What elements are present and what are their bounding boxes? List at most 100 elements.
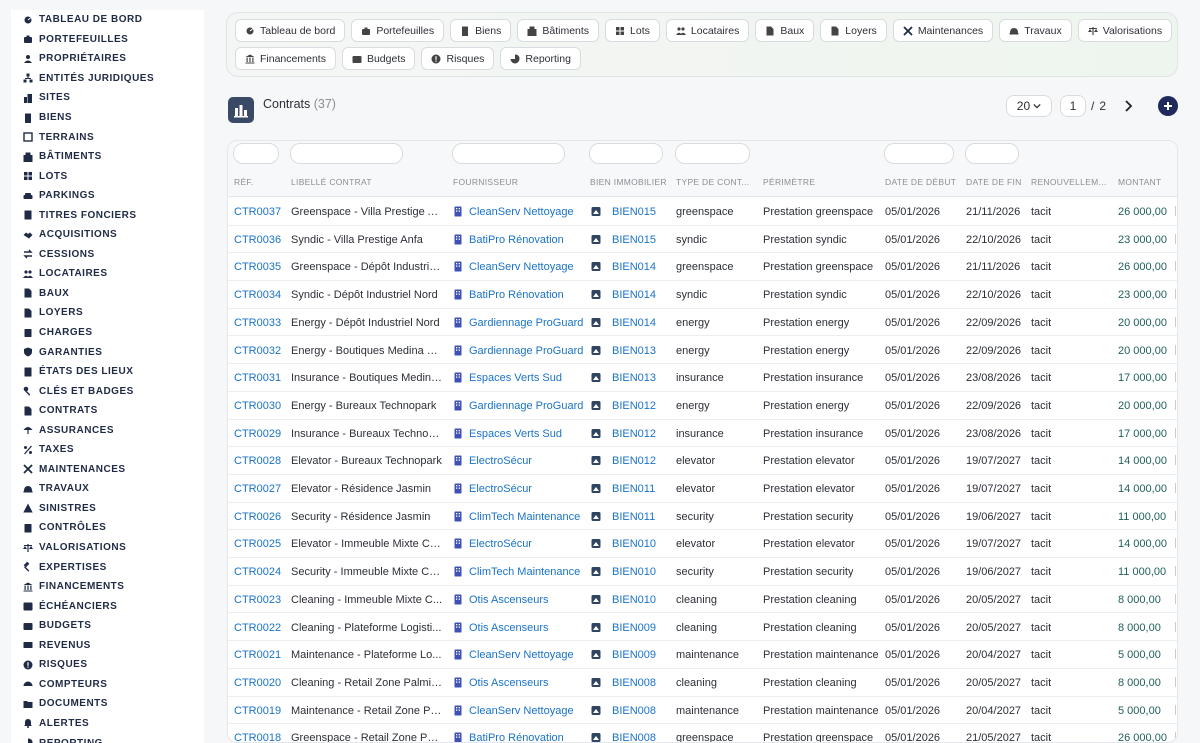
- sidebar-item-travaux[interactable]: TRAVAUX: [11, 479, 204, 499]
- module-button-portefeuilles[interactable]: Portefeuilles: [351, 19, 445, 42]
- sidebar-item-compteurs[interactable]: COMPTEURS: [11, 675, 204, 695]
- contract-ref-link[interactable]: CTR0026: [234, 511, 281, 523]
- contract-ref-link[interactable]: CTR0035: [234, 261, 281, 273]
- table-row[interactable]: CTR0031 Insurance - Boutiques Medina... Es…: [228, 364, 1177, 392]
- sidebar-item-tableau-de-bord[interactable]: TABLEAU DE BORD: [11, 10, 204, 30]
- row-actions-handle[interactable]: [1175, 649, 1177, 660]
- table-row[interactable]: CTR0023 Cleaning - Immeuble Mixte C... Oti…: [228, 586, 1177, 614]
- row-actions-handle[interactable]: [1175, 399, 1177, 410]
- contract-ref-link[interactable]: CTR0027: [234, 483, 281, 495]
- contract-ref-link[interactable]: CTR0029: [234, 428, 281, 440]
- row-actions-handle[interactable]: [1175, 732, 1177, 742]
- table-row[interactable]: CTR0028 Elevator - Bureaux Technopark Elec…: [228, 447, 1177, 475]
- contract-ref-link[interactable]: CTR0020: [234, 677, 281, 689]
- property-link[interactable]: BIEN013: [612, 372, 656, 384]
- sidebar-item-lots[interactable]: LOTS: [11, 166, 204, 186]
- sidebar-item-sinistres[interactable]: SINISTRES: [11, 499, 204, 519]
- supplier-link[interactable]: BatiPro Rénovation: [469, 732, 564, 742]
- module-button-biens[interactable]: Biens: [450, 19, 512, 42]
- table-row[interactable]: CTR0019 Maintenance - Retail Zone Pa... Cl…: [228, 697, 1177, 725]
- table-row[interactable]: CTR0033 Energy - Dépôt Industriel Nord Gar…: [228, 309, 1177, 337]
- table-row[interactable]: CTR0020 Cleaning - Retail Zone Palmiers Ot…: [228, 669, 1177, 697]
- sidebar-item-financements[interactable]: FINANCEMENTS: [11, 577, 204, 597]
- sidebar-item-titres-fonciers[interactable]: TITRES FONCIERS: [11, 205, 204, 225]
- supplier-link[interactable]: Otis Ascenseurs: [469, 677, 548, 689]
- supplier-link[interactable]: Gardiennage ProGuard: [469, 317, 583, 329]
- module-button-locataires[interactable]: Locataires: [665, 19, 750, 42]
- row-actions-handle[interactable]: [1175, 289, 1177, 300]
- sidebar-item-échéanciers[interactable]: ÉCHÉANCIERS: [11, 596, 204, 616]
- table-row[interactable]: CTR0035 Greenspace - Dépôt Industrie... Cl…: [228, 253, 1177, 282]
- sidebar-item-alertes[interactable]: ALERTES: [11, 714, 204, 734]
- property-link[interactable]: BIEN008: [612, 677, 656, 689]
- property-link[interactable]: BIEN011: [612, 511, 655, 523]
- column-header[interactable]: DATE DE DÉBUT: [885, 177, 956, 187]
- table-row[interactable]: CTR0025 Elevator - Immeuble Mixte Co... El…: [228, 530, 1177, 559]
- row-actions-handle[interactable]: [1175, 316, 1177, 327]
- property-link[interactable]: BIEN010: [612, 594, 656, 606]
- filter-start-date-input[interactable]: [884, 143, 954, 164]
- property-link[interactable]: BIEN009: [612, 649, 656, 661]
- supplier-link[interactable]: Gardiennage ProGuard: [469, 345, 583, 357]
- table-row[interactable]: CTR0032 Energy - Boutiques Medina Mall Gar…: [228, 337, 1177, 365]
- sidebar-item-charges[interactable]: CHARGES: [11, 323, 204, 343]
- sidebar-item-reporting[interactable]: REPORTING: [11, 733, 204, 743]
- sidebar-item-propriétaires[interactable]: PROPRIÉTAIRES: [11, 49, 204, 69]
- column-header[interactable]: FOURNISSEUR: [453, 177, 518, 187]
- contract-ref-link[interactable]: CTR0023: [234, 594, 281, 606]
- sidebar-item-entités-juridiques[interactable]: ENTITÉS JURIDIQUES: [11, 69, 204, 89]
- supplier-link[interactable]: BatiPro Rénovation: [469, 289, 564, 301]
- contract-ref-link[interactable]: CTR0032: [234, 345, 281, 357]
- sidebar-item-portefeuilles[interactable]: PORTEFEUILLES: [11, 30, 204, 50]
- contract-ref-link[interactable]: CTR0031: [234, 372, 281, 384]
- supplier-link[interactable]: CleanServ Nettoyage: [469, 261, 574, 273]
- table-row[interactable]: CTR0021 Maintenance - Plateforme Lo... Cle…: [228, 641, 1177, 669]
- supplier-link[interactable]: ElectroSécur: [469, 538, 532, 550]
- supplier-link[interactable]: Espaces Verts Sud: [469, 372, 562, 384]
- sidebar-item-taxes[interactable]: TAXES: [11, 440, 204, 460]
- column-header[interactable]: RÉF.: [234, 177, 254, 187]
- row-actions-handle[interactable]: [1175, 593, 1177, 604]
- module-button-valorisations[interactable]: Valorisations: [1077, 19, 1173, 42]
- add-contract-button[interactable]: [1158, 96, 1178, 116]
- table-row[interactable]: CTR0034 Syndic - Dépôt Industriel Nord Bat…: [228, 281, 1177, 309]
- supplier-link[interactable]: ClimTech Maintenance: [469, 511, 580, 523]
- row-actions-handle[interactable]: [1175, 344, 1177, 355]
- supplier-link[interactable]: Espaces Verts Sud: [469, 428, 562, 440]
- module-button-budgets[interactable]: Budgets: [341, 47, 416, 70]
- supplier-link[interactable]: BatiPro Rénovation: [469, 234, 564, 246]
- table-row[interactable]: CTR0024 Security - Immeuble Mixte Co... Cl…: [228, 558, 1177, 586]
- property-link[interactable]: BIEN012: [612, 455, 656, 467]
- sidebar-item-documents[interactable]: DOCUMENTS: [11, 694, 204, 714]
- contract-ref-link[interactable]: CTR0028: [234, 455, 281, 467]
- column-header[interactable]: RENOUVELLEM...: [1031, 177, 1107, 187]
- filter-property-input[interactable]: [589, 143, 663, 164]
- contract-ref-link[interactable]: CTR0033: [234, 317, 281, 329]
- sidebar-item-risques[interactable]: RISQUES: [11, 655, 204, 675]
- sidebar-item-maintenances[interactable]: MAINTENANCES: [11, 460, 204, 480]
- sidebar-item-états-des-lieux[interactable]: ÉTATS DES LIEUX: [11, 362, 204, 382]
- sidebar-item-acquisitions[interactable]: ACQUISITIONS: [11, 225, 204, 245]
- next-page-button[interactable]: [1122, 99, 1136, 113]
- contract-ref-link[interactable]: CTR0036: [234, 234, 281, 246]
- sidebar-item-baux[interactable]: BAUX: [11, 284, 204, 304]
- page-size-select[interactable]: 20: [1005, 95, 1052, 117]
- contract-ref-link[interactable]: CTR0022: [234, 622, 281, 634]
- contract-ref-link[interactable]: CTR0025: [234, 538, 281, 550]
- sidebar-item-contrats[interactable]: CONTRATS: [11, 401, 204, 421]
- sidebar-item-budgets[interactable]: BUDGETS: [11, 616, 204, 636]
- column-header[interactable]: BIEN IMMOBILIER: [590, 177, 667, 187]
- row-actions-handle[interactable]: [1175, 206, 1177, 216]
- module-button-tableau-de-bord[interactable]: Tableau de bord: [235, 19, 346, 42]
- column-header[interactable]: DATE DE FIN: [966, 177, 1022, 187]
- property-link[interactable]: BIEN013: [612, 345, 656, 357]
- row-actions-handle[interactable]: [1175, 427, 1177, 438]
- row-actions-handle[interactable]: [1175, 621, 1177, 632]
- supplier-link[interactable]: ElectroSécur: [469, 455, 532, 467]
- property-link[interactable]: BIEN008: [612, 705, 656, 717]
- module-button-baux[interactable]: Baux: [755, 19, 815, 42]
- table-row[interactable]: CTR0037 Greenspace - Villa Prestige A... C…: [228, 198, 1177, 226]
- sidebar-item-expertises[interactable]: EXPERTISES: [11, 557, 204, 577]
- module-button-bâtiments[interactable]: Bâtiments: [517, 19, 600, 42]
- supplier-link[interactable]: Otis Ascenseurs: [469, 594, 548, 606]
